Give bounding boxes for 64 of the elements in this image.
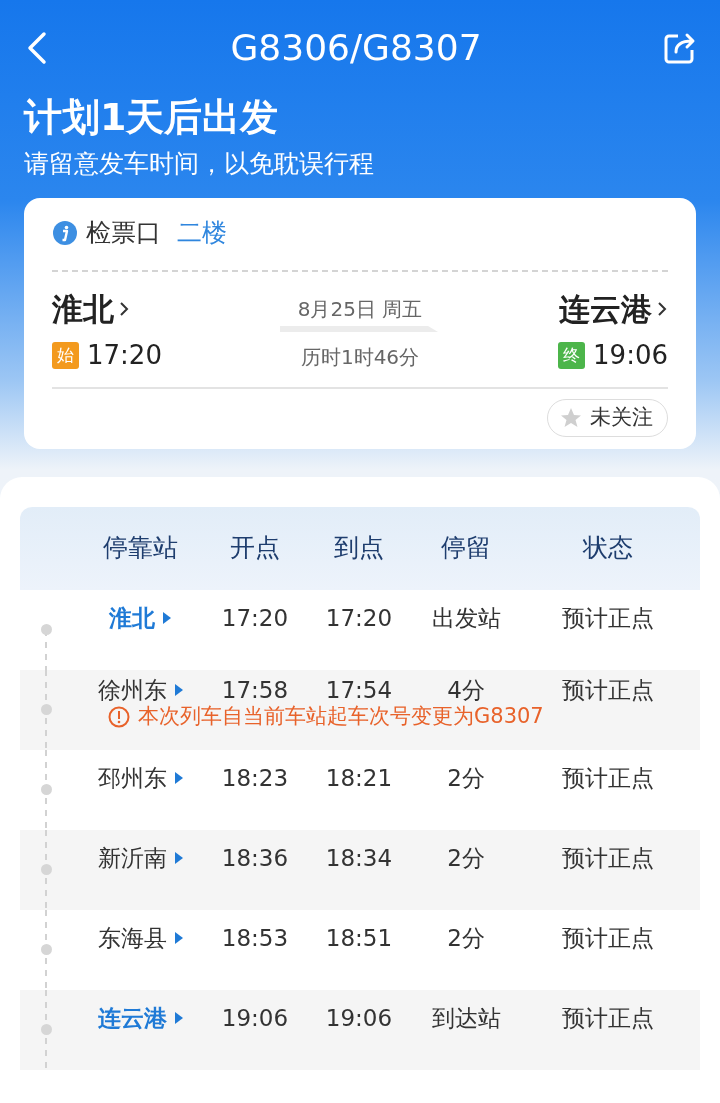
- gate-value: 二楼: [177, 217, 227, 250]
- column-header: 到点: [333, 532, 385, 565]
- table-cell-text: 预计正点: [561, 843, 655, 873]
- table-cell-text: 预计正点: [561, 603, 655, 633]
- station-name[interactable]: 东海县: [97, 920, 167, 956]
- time-text: 17:20: [87, 339, 162, 373]
- notice-text: 本次列车自当前车站起车次号变更为G8307: [138, 703, 544, 731]
- table-cell-text: 18:53: [220, 923, 290, 953]
- station-name[interactable]: 淮北: [109, 600, 155, 636]
- station-name[interactable]: 连云港: [559, 285, 652, 333]
- timeline-dot: [40, 1024, 52, 1036]
- table-cell-text: 18:21: [324, 763, 394, 793]
- table-cell-text: 19:06: [324, 1003, 394, 1033]
- departure-headline: 计划1天后出发: [24, 95, 280, 141]
- table-cell-text: 17:54: [324, 675, 394, 705]
- triangle-icon: [163, 612, 171, 625]
- triangle-icon: [174, 1012, 183, 1025]
- time-text: 19:06: [593, 339, 668, 373]
- warning-icon: [108, 705, 130, 728]
- gate-label: 检票口: [86, 217, 161, 250]
- star-icon: [560, 407, 582, 429]
- triangle-icon: [174, 852, 183, 865]
- table-cell-text: 18:34: [324, 843, 394, 873]
- page-title: G8306/G8307: [230, 25, 482, 70]
- station-badge: 终: [558, 342, 586, 370]
- timeline-dot: [40, 864, 52, 876]
- timeline-dot: [40, 704, 52, 716]
- triangle-icon: [174, 932, 183, 945]
- table-cell-text: 18:23: [220, 763, 290, 793]
- info-icon: [52, 219, 78, 246]
- table-cell-text: 2分: [446, 923, 486, 953]
- table-cell-text: 17:20: [324, 603, 394, 633]
- table-cell-text: 18:51: [324, 923, 394, 953]
- timeline-dot: [40, 624, 52, 636]
- table-cell-text: 2分: [446, 843, 486, 873]
- table-cell-text: 2分: [446, 763, 486, 793]
- table-cell-text: 17:20: [220, 603, 290, 633]
- timeline-dot: [40, 944, 52, 956]
- table-cell-text: 预计正点: [561, 1003, 655, 1033]
- table-cell-text: 预计正点: [561, 675, 655, 705]
- reminder-text: 请留意发车时间，以免耽误行程: [24, 147, 375, 180]
- follow-button[interactable]: 未关注: [547, 399, 668, 437]
- station-name[interactable]: 淮北: [52, 285, 114, 333]
- table-cell-text: 预计正点: [561, 923, 655, 953]
- table-cell-text: 19:06: [220, 1003, 290, 1033]
- timeline-dot: [40, 784, 52, 796]
- column-header: 开点: [229, 532, 281, 565]
- station-badge: 始: [52, 342, 79, 370]
- table-cell-text: 4分: [446, 675, 486, 705]
- duration-text: 历时1时46分: [300, 343, 420, 371]
- table-cell-text: 17:58: [220, 675, 290, 705]
- table-cell-text: 预计正点: [561, 763, 655, 793]
- column-header: 停留: [440, 532, 492, 565]
- triangle-icon: [174, 683, 183, 696]
- date-text: 8月25日 周五: [297, 295, 423, 323]
- table-cell-text: 18:36: [220, 843, 290, 873]
- column-header: 停靠站: [101, 532, 179, 565]
- table-cell-text: 出发站: [430, 603, 502, 633]
- table-cell-text: 到达站: [430, 1003, 502, 1033]
- station-name[interactable]: 连云港: [97, 1000, 167, 1036]
- station-name[interactable]: 邳州东: [97, 760, 167, 796]
- column-header: 状态: [581, 532, 634, 565]
- triangle-icon: [174, 772, 183, 785]
- station-name[interactable]: 新沂南: [97, 840, 167, 876]
